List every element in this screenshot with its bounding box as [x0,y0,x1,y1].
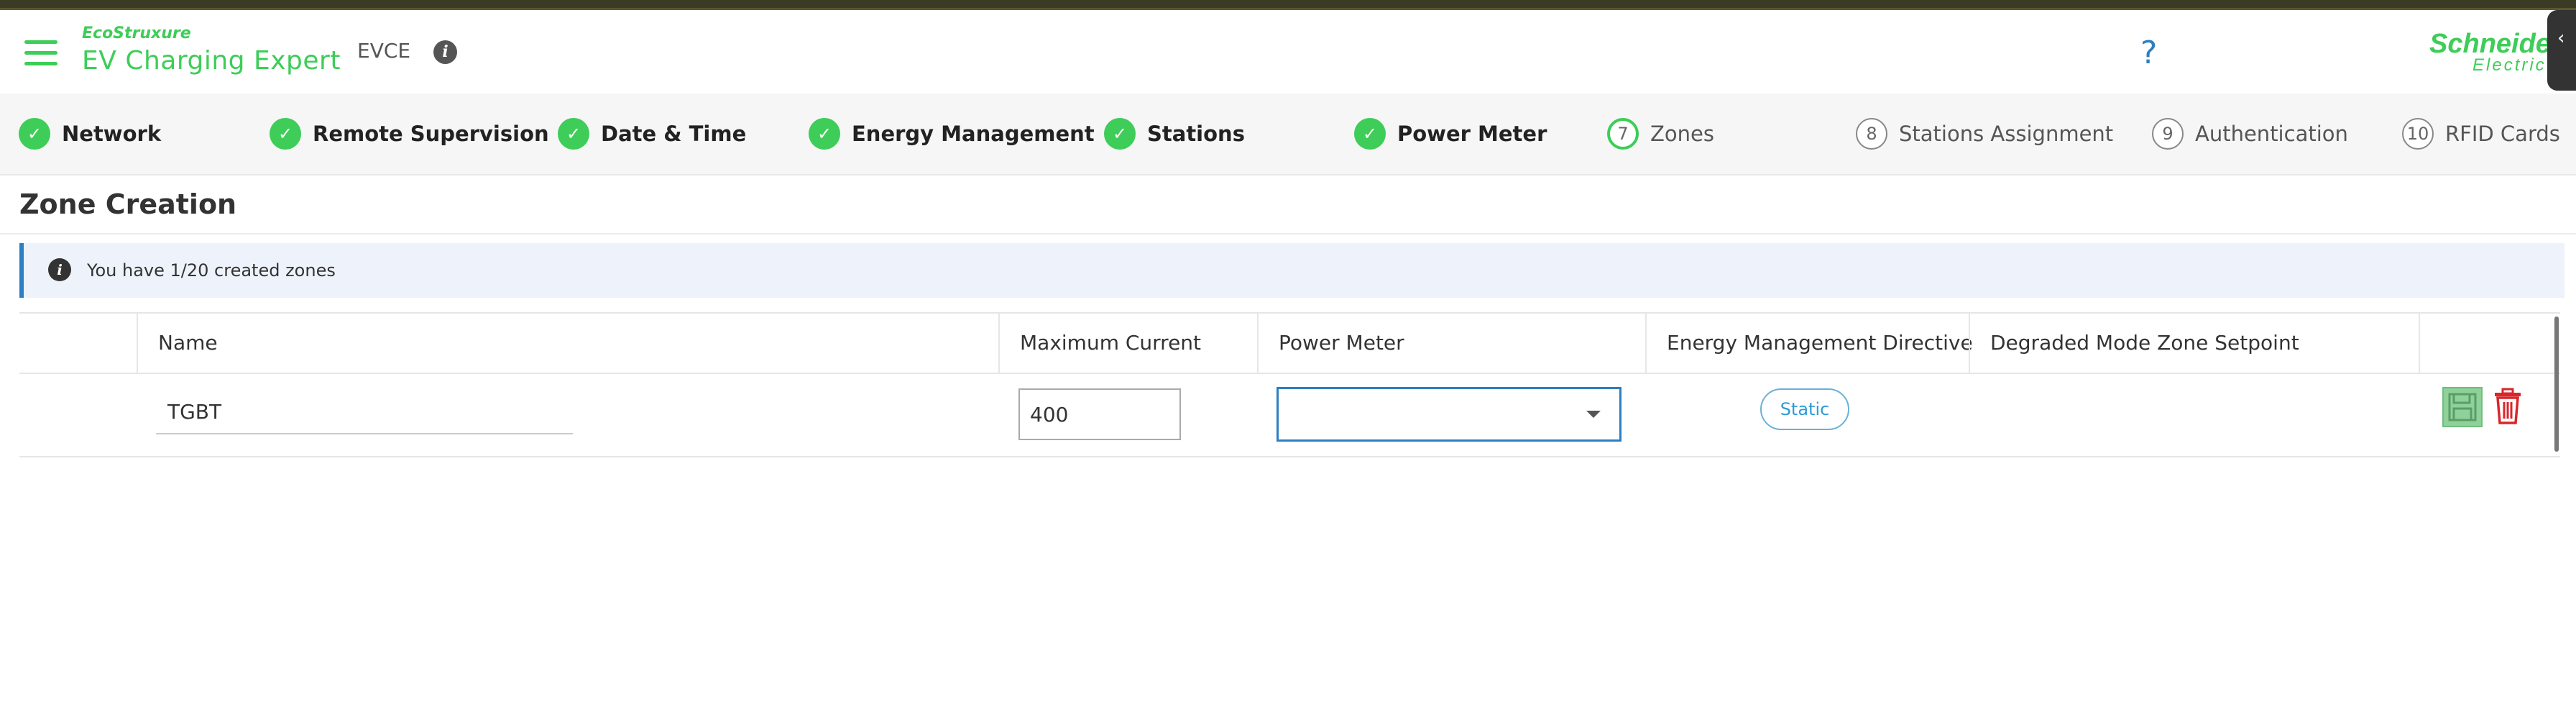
col-energy-management-directive: Energy Management Directive [1645,314,1973,373]
check-icon: ✓ [19,118,50,150]
check-icon: ✓ [558,118,589,150]
step-zones[interactable]: 7 Zones [1607,117,1714,151]
table-row: TGBT Static [19,374,2560,457]
delete-icon[interactable] [2490,387,2525,427]
top-strip [0,0,2576,10]
alert-text: You have 1/20 created zones [87,260,336,281]
device-name: EVCE [357,39,411,63]
save-icon[interactable] [2442,387,2483,427]
step-remote-supervision[interactable]: ✓ Remote Supervision [270,117,549,151]
check-icon: ✓ [1354,118,1386,150]
menu-icon[interactable] [24,40,58,66]
zone-name-field[interactable]: TGBT [156,393,573,434]
step-rfid-cards[interactable]: 10 RFID Cards [2402,117,2560,151]
step-label: Zones [1650,122,1714,146]
step-label: Energy Management [852,122,1095,146]
step-label: Power Meter [1397,122,1547,146]
power-meter-select[interactable] [1276,387,1622,442]
col-max-current: Maximum Current [998,314,1257,373]
divider [0,233,2576,234]
check-icon: ✓ [1104,118,1136,150]
brand-ecostruxure: EcoStruxure [82,24,191,42]
zone-count-alert: i You have 1/20 created zones [19,243,2564,298]
max-current-input[interactable] [1018,388,1181,440]
page-title: Zone Creation [19,188,237,220]
step-label: Date & Time [601,122,747,146]
step-label: Stations [1147,122,1245,146]
check-icon: ✓ [809,118,840,150]
directive-badge: Static [1760,388,1849,430]
step-label: Remote Supervision [313,122,549,146]
side-panel-toggle[interactable]: ‹ [2547,10,2576,91]
step-stations[interactable]: ✓ Stations [1104,117,1245,151]
chevron-left-icon: ‹ [2557,27,2565,49]
schneider-logo: Schneider Electric [2429,29,2552,94]
step-stations-assignment[interactable]: 8 Stations Assignment [1856,117,2113,151]
step-number: 7 [1607,118,1639,150]
table-header: Name Maximum Current Power Meter Energy … [19,312,2560,374]
zones-table: Name Maximum Current Power Meter Energy … [19,312,2560,457]
step-number: 8 [1856,118,1887,150]
info-icon: i [48,258,71,281]
logo-line2: Electric [2472,55,2547,75]
app-title: EV Charging Expert [82,46,341,76]
table-scrollbar[interactable] [2554,316,2559,452]
col-degraded-mode: Degraded Mode Zone Setpoint [1969,314,2421,373]
app-header: EcoStruxure EV Charging Expert EVCE i ? … [0,10,2576,94]
chevron-down-icon [1586,411,1601,418]
step-label: RFID Cards [2445,122,2560,146]
col-power-meter: Power Meter [1257,314,1645,373]
step-label: Authentication [2195,122,2348,146]
step-energy-management[interactable]: ✓ Energy Management [809,117,1095,151]
step-number: 10 [2402,118,2434,150]
col-name: Name [137,314,1018,373]
step-label: Stations Assignment [1899,122,2114,146]
step-power-meter[interactable]: ✓ Power Meter [1354,117,1547,151]
info-icon[interactable]: i [433,40,457,64]
step-network[interactable]: ✓ Network [19,117,161,151]
col-actions [2419,314,2560,373]
help-icon[interactable]: ? [2140,35,2157,71]
wizard-stepper: ✓ Network ✓ Remote Supervision ✓ Date & … [0,94,2576,176]
check-icon: ✓ [270,118,301,150]
step-date-time[interactable]: ✓ Date & Time [558,117,746,151]
step-number: 9 [2152,118,2184,150]
step-authentication[interactable]: 9 Authentication [2152,117,2348,151]
step-label: Network [62,122,162,146]
